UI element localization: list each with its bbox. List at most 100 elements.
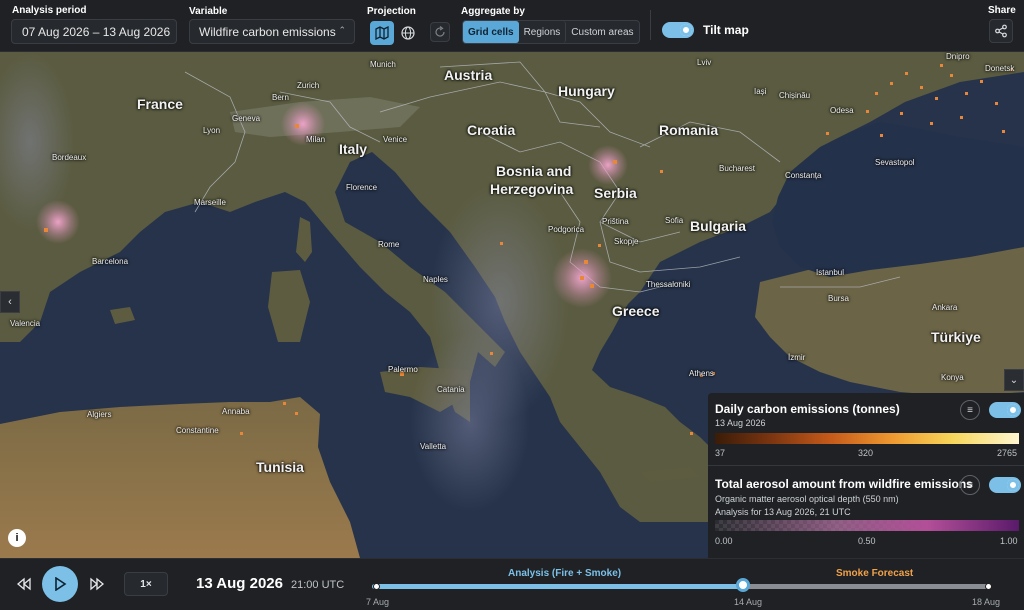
smoke-plume-ionian xyxy=(410,332,530,512)
play-button[interactable] xyxy=(42,566,78,602)
timeline-track[interactable] xyxy=(372,584,990,589)
step-forward-button[interactable] xyxy=(89,577,105,596)
city-label-odesa: Odesa xyxy=(830,106,854,115)
carbon-tick-min: 37 xyxy=(715,448,726,458)
analysis-period-value: 07 Aug 2026 – 13 Aug 2026 xyxy=(22,24,171,39)
analysis-period-picker[interactable]: 07 Aug 2026 – 13 Aug 2026 xyxy=(11,19,177,44)
timeline-track-fill xyxy=(372,584,743,589)
city-label-konya: Konya xyxy=(941,373,964,382)
aerosol-tick-min: 0.00 xyxy=(715,536,733,546)
variable-select[interactable]: Wildfire carbon emissions ⌃ xyxy=(189,19,355,44)
reset-rotation-button[interactable] xyxy=(430,22,450,42)
step-back-button[interactable] xyxy=(16,577,32,596)
aggregate-label: Aggregate by xyxy=(461,6,525,17)
country-label-turkiye: Türkiye xyxy=(931,329,981,345)
city-label-sofia: Sofia xyxy=(665,216,684,225)
city-label-venice: Venice xyxy=(383,135,408,144)
aerosol-legend-analysis: Analysis for 13 Aug 2026, 21 UTC xyxy=(715,507,851,517)
land-africa xyxy=(0,397,360,558)
aggregate-option-custom-areas[interactable]: Custom areas xyxy=(566,21,638,43)
city-label-valencia: Valencia xyxy=(10,319,41,328)
globe-icon xyxy=(401,26,415,40)
legend-divider xyxy=(708,465,1024,466)
city-label-marseille: Marseille xyxy=(194,198,227,207)
city-label-florence: Florence xyxy=(346,183,378,192)
current-date: 13 Aug 2026 xyxy=(196,575,283,592)
carbon-colorbar xyxy=(715,433,1019,444)
city-label-lviv: Lviv xyxy=(697,58,712,67)
share-label: Share xyxy=(988,5,1016,16)
city-label-milan: Milan xyxy=(306,135,326,144)
city-label-chisinau: Chișinău xyxy=(779,91,811,100)
city-label-lyon: Lyon xyxy=(203,126,221,135)
city-label-bordeaux: Bordeaux xyxy=(52,153,87,162)
city-label-athens: Athens xyxy=(689,369,714,378)
play-icon xyxy=(55,577,67,591)
chevron-updown-icon: ⌃ xyxy=(338,25,346,35)
timeline-mid-label: 14 Aug xyxy=(734,597,763,607)
city-label-constantine: Constantine xyxy=(176,426,219,435)
city-label-algiers: Algiers xyxy=(87,410,112,419)
city-label-bern: Bern xyxy=(272,93,289,102)
aerosol-colorbar xyxy=(715,520,1019,531)
aerosol-tick-mid: 0.50 xyxy=(858,536,876,546)
city-label-geneva: Geneva xyxy=(232,114,261,123)
city-label-valletta: Valletta xyxy=(420,442,447,451)
tilt-map-label: Tilt map xyxy=(703,23,749,37)
carbon-layer-toggle[interactable] xyxy=(989,402,1021,418)
aerosol-layer-toggle[interactable] xyxy=(989,477,1021,493)
info-icon: i xyxy=(15,532,19,544)
share-button[interactable] xyxy=(989,19,1013,43)
aggregate-option-grid-cells[interactable]: Grid cells xyxy=(463,21,519,43)
city-label-ankara: Ankara xyxy=(932,303,958,312)
sliders-icon: ≡ xyxy=(967,404,973,416)
timeline-end-label: 18 Aug xyxy=(972,597,1001,607)
city-label-barcelona: Barcelona xyxy=(92,257,129,266)
aerosol-legend-title: Total aerosol amount from wildfire emiss… xyxy=(715,477,973,491)
country-label-italy: Italy xyxy=(339,141,368,157)
aerosol-tick-max: 1.00 xyxy=(1000,536,1018,546)
country-label-france: France xyxy=(137,96,183,112)
timeline-start-label: 7 Aug xyxy=(366,597,390,607)
city-label-thessaloniki: Thessaloniki xyxy=(646,280,691,289)
country-label-hungary: Hungary xyxy=(558,83,615,99)
carbon-layer-settings-button[interactable]: ≡ xyxy=(960,400,980,420)
rewind-icon xyxy=(16,577,31,591)
city-label-donetsk: Donetsk xyxy=(985,64,1015,73)
top-toolbar: Analysis period 07 Aug 2026 – 13 Aug 202… xyxy=(0,0,1024,52)
carbon-legend-date: 13 Aug 2026 xyxy=(715,418,766,428)
legend-collapse-button[interactable]: ⌄ xyxy=(1004,369,1024,391)
city-label-catania: Catania xyxy=(437,385,465,394)
city-label-munich: Munich xyxy=(370,60,396,69)
city-label-rome: Rome xyxy=(378,240,400,249)
aggregate-option-regions[interactable]: Regions xyxy=(519,21,567,43)
timeline-scrubber-handle[interactable] xyxy=(735,578,750,592)
city-label-annaba: Annaba xyxy=(222,407,250,416)
smoke-hotspot-serbia xyxy=(588,145,628,185)
playback-speed-button[interactable]: 1× xyxy=(124,572,168,596)
city-label-izmir: İzmir xyxy=(788,353,806,362)
city-label-sevastopol: Sevastopol xyxy=(875,158,915,167)
country-label-greece: Greece xyxy=(612,303,660,319)
country-label-austria: Austria xyxy=(444,67,493,83)
left-panel-toggle[interactable]: ‹ xyxy=(0,291,20,313)
country-label-bosnia-line1: Bosnia and xyxy=(496,163,572,179)
projection-globe-button[interactable] xyxy=(396,21,420,45)
chevron-left-icon: ‹ xyxy=(8,296,12,308)
city-label-bursa: Bursa xyxy=(828,294,849,303)
country-label-bulgaria: Bulgaria xyxy=(690,218,747,234)
map-icon xyxy=(375,26,389,40)
city-label-skopje: Skopje xyxy=(614,237,639,246)
carbon-tick-max: 2765 xyxy=(997,448,1018,458)
country-label-romania: Romania xyxy=(659,122,719,138)
toolbar-divider xyxy=(650,10,651,40)
projection-map-button[interactable] xyxy=(370,21,394,45)
tilt-map-toggle[interactable] xyxy=(662,22,694,38)
aerosol-layer-settings-button[interactable]: ≡ xyxy=(960,475,980,495)
info-button[interactable]: i xyxy=(8,529,26,547)
city-label-bucharest: Bucharest xyxy=(719,164,756,173)
country-label-tunisia: Tunisia xyxy=(256,459,304,475)
city-label-zurich: Zurich xyxy=(297,81,320,90)
country-label-croatia: Croatia xyxy=(467,122,516,138)
city-label-podgorica: Podgorica xyxy=(548,225,585,234)
